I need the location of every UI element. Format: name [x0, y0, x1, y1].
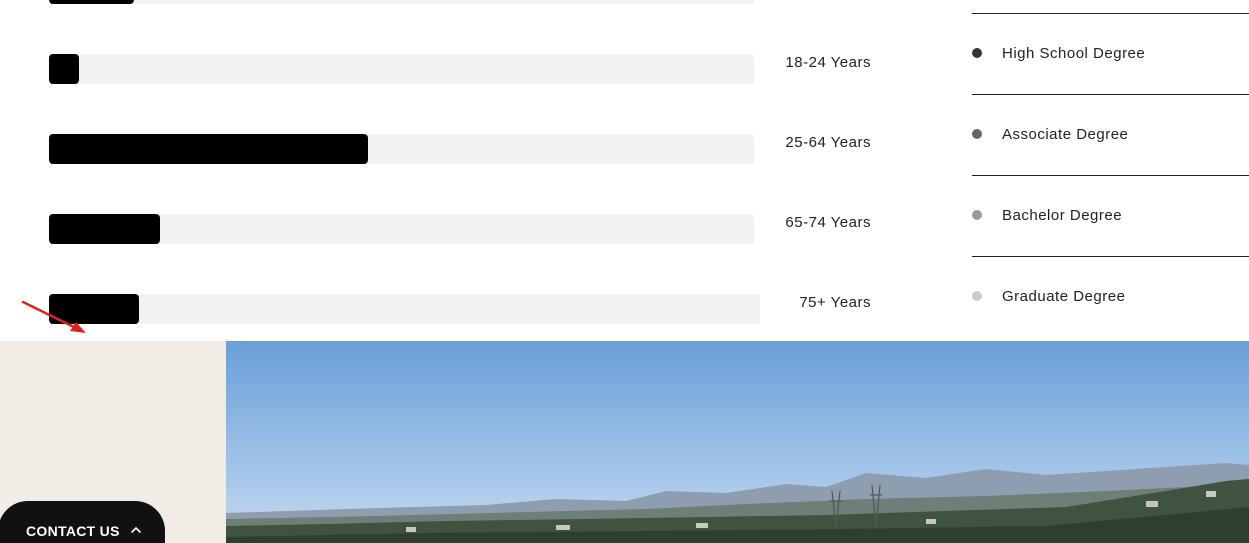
landscape-photo-icon [226, 341, 1249, 543]
age-bar-track-25-64 [49, 134, 754, 164]
contact-us-button[interactable]: CONTACT US [0, 501, 165, 543]
legend-item-bachelor: Bachelor Degree [972, 205, 1122, 225]
age-bar-label-18-24: 18-24 Years [785, 54, 871, 71]
age-bar-label-65-74: 65-74 Years [785, 214, 871, 231]
legend-divider [972, 13, 1249, 14]
legend-label: Associate Degree [1002, 125, 1129, 143]
contact-us-label: CONTACT US [26, 523, 120, 539]
legend-dot-icon [972, 129, 982, 139]
legend-item-high-school: High School Degree [972, 43, 1145, 63]
age-bar-track-75-plus [49, 294, 760, 324]
legend-item-associate: Associate Degree [972, 124, 1128, 144]
age-bar-label-75-plus: 75+ Years [799, 294, 871, 311]
red-arrow-icon [21, 300, 86, 333]
legend-item-graduate: Graduate Degree [972, 286, 1125, 306]
age-bar-track-0 [49, 0, 754, 4]
age-bar-fill-0 [49, 0, 134, 4]
age-bar-fill-65-74 [49, 214, 160, 244]
legend-dot-icon [972, 210, 982, 220]
legend-divider [972, 94, 1249, 95]
age-bar-fill-18-24 [49, 54, 79, 84]
landscape-photo [226, 341, 1249, 543]
legend-dot-icon [972, 291, 982, 301]
age-bar-track-18-24 [49, 54, 754, 84]
legend-label: Bachelor Degree [1002, 206, 1123, 224]
legend-label: High School Degree [1002, 44, 1146, 62]
age-bar-track-65-74 [49, 214, 754, 244]
lower-section [0, 341, 1249, 543]
legend-dot-icon [972, 48, 982, 58]
legend-label: Graduate Degree [1002, 287, 1126, 305]
chevron-up-icon [130, 526, 141, 533]
legend-divider [972, 175, 1249, 176]
legend-divider [972, 256, 1249, 257]
age-bar-label-25-64: 25-64 Years [785, 134, 871, 151]
age-bar-fill-25-64 [49, 134, 368, 164]
